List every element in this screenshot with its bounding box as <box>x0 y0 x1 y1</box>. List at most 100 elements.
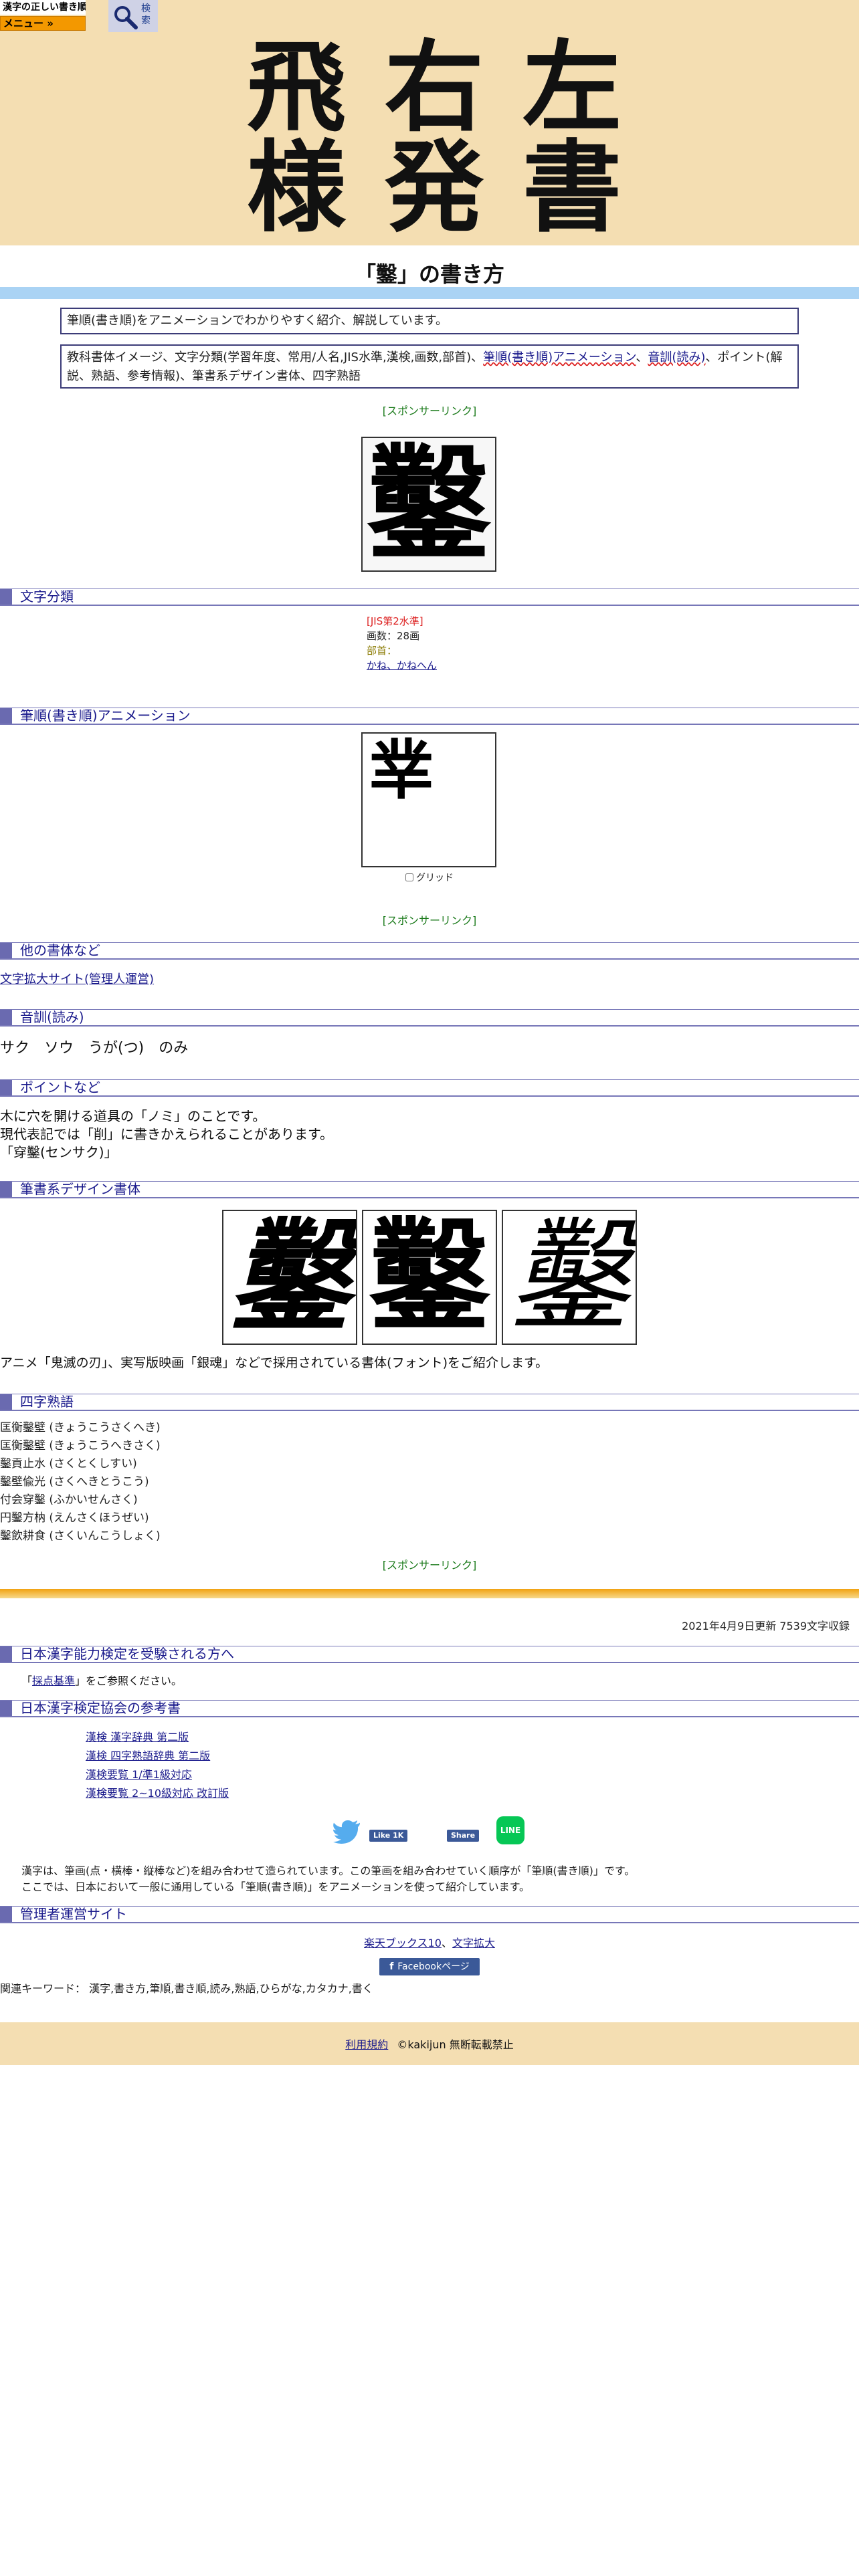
share-buttons: Like 1K Share LINE <box>0 1815 859 1847</box>
heading-label: 日本漢字能力検定を受験される方へ <box>20 1646 234 1662</box>
reference-book-link[interactable]: 漢検要覧 2~10級対応 改訂版 <box>86 1787 229 1800</box>
section-heading-references: 日本漢字検定協会の参考書 <box>0 1700 859 1717</box>
twitter-icon[interactable] <box>333 1820 361 1844</box>
site-header: 飛 右 左 様 発 書 <box>0 0 859 245</box>
design-font-sample-1[interactable]: 鑿 <box>222 1210 357 1345</box>
title-divider <box>0 287 859 299</box>
grading-criteria-link[interactable]: 採点基準 <box>32 1675 75 1687</box>
reference-book-link[interactable]: 漢検要覧 1/準1級対応 <box>86 1768 192 1781</box>
facebook-like-button[interactable]: Like 1K <box>369 1830 408 1842</box>
section-heading-animation: 筆順(書き順)アニメーション <box>0 708 859 725</box>
top-bar: 漢字の正しい書き順(筆順) メニュー » 検索 <box>0 0 859 33</box>
kanken-exam-note: 「採点基準」をご参照ください。 <box>21 1672 182 1690</box>
site-title-logo[interactable]: 飛 右 左 様 発 書 <box>227 37 642 237</box>
heading-marker <box>0 1701 12 1716</box>
section-heading-readings: 音訓(読み) <box>0 1009 859 1027</box>
point-line: 「穿鑿(センサク)」 <box>0 1144 118 1160</box>
terms-link[interactable]: 利用規約 <box>345 2038 388 2051</box>
idiom-item: 付会穿鑿 (ふかいせんさく) <box>0 1493 138 1507</box>
section-heading-kanken-exam: 日本漢字能力検定を受験される方へ <box>0 1646 859 1663</box>
design-caption: アニメ「鬼滅の刃」、実写版映画「銀魂」などで採用されている書体(フォント)をご紹… <box>0 1356 549 1370</box>
kanken-open: 「 <box>21 1675 33 1687</box>
animation-frame: 丵 <box>369 732 434 808</box>
search-label: 検索 <box>141 3 151 26</box>
reading-item: うが(つ) <box>88 1040 145 1057</box>
classification-info: [JIS第2水準] 画数：28画 部首： かね、かねへん <box>367 614 437 673</box>
stroke-animation-link[interactable]: 筆順(書き順)アニメーション <box>483 350 636 364</box>
design-font-sample-3[interactable]: 鑿 <box>502 1210 637 1345</box>
grid-checkbox[interactable] <box>405 873 413 881</box>
search-button[interactable]: 検索 <box>108 0 158 32</box>
reference-book-link[interactable]: 漢検 四字熟語辞典 第二版 <box>86 1749 210 1762</box>
title-char: 書 <box>522 129 622 245</box>
explain-line: ここでは、日本において一般に通用している「筆順(書き順)」をアニメーションを使っ… <box>21 1881 531 1893</box>
radical-label: 部首： <box>367 645 397 657</box>
heading-marker <box>0 1182 12 1197</box>
heading-label: 四字熟語 <box>20 1394 74 1410</box>
section-heading-other-fonts: 他の書体など <box>0 942 859 960</box>
heading-marker <box>0 1010 12 1025</box>
stroke-animation-canvas[interactable]: 丵 <box>361 732 496 867</box>
zoom-site-link[interactable]: 文字拡大サイト(管理人運営) <box>0 972 154 986</box>
menu-button[interactable]: メニュー » <box>0 16 86 31</box>
idiom-item: 円鑿方枘 (えんさくほうぜい) <box>0 1511 149 1525</box>
title-char: 様 <box>247 129 346 245</box>
heading-label: 文字分類 <box>20 588 74 605</box>
section-heading-idioms: 四字熟語 <box>0 1394 859 1411</box>
reading-item: のみ <box>159 1040 189 1057</box>
heading-label: 筆順(書き順)アニメーション <box>20 708 191 724</box>
reference-book-list: 漢検 漢字辞典 第二版 漢検 四字熟語辞典 第二版 漢検要覧 1/準1級対応 漢… <box>86 1728 229 1803</box>
reading-item: ソウ <box>44 1040 74 1057</box>
explain-line: 漢字は、筆画(点・横棒・縦棒など)を組み合わせて造られています。この筆画を組み合… <box>21 1864 636 1877</box>
point-line: 現代表記では「削」に書きかえられることがあります。 <box>0 1126 333 1142</box>
site-logo-text: 漢字の正しい書き順(筆順) <box>3 2 86 13</box>
admin-sep: 、 <box>441 1937 452 1949</box>
readings-link[interactable]: 音訓(読み) <box>648 350 705 364</box>
heading-label: 日本漢字検定協会の参考書 <box>20 1700 181 1716</box>
point-line: 木に穴を開ける道具の「ノミ」のことです。 <box>0 1108 266 1124</box>
line-label: LINE <box>500 1826 521 1835</box>
heading-label: ポイントなど <box>20 1079 100 1095</box>
design-glyph: 鑿 <box>229 1210 350 1345</box>
stroke-count: 画数：28画 <box>367 630 420 642</box>
zoom-site-link-2[interactable]: 文字拡大 <box>452 1937 495 1949</box>
heading-label: 管理者運営サイト <box>20 1906 127 1922</box>
line-share-button[interactable]: LINE <box>496 1816 524 1844</box>
admin-sites-links: 楽天ブックス10、文字拡大 <box>0 1934 859 1952</box>
radical-link[interactable]: かね、かねへん <box>367 659 437 671</box>
site-explanation: 漢字は、筆画(点・横棒・縦棒など)を組み合わせて造られています。この筆画を組み合… <box>21 1863 635 1895</box>
grid-toggle: グリッド <box>0 871 859 884</box>
update-info: 2021年4月9日更新 7539文字収録 <box>682 1620 850 1632</box>
kanken-close: 」をご参照ください。 <box>75 1675 183 1687</box>
intro-contents-box: 教科書体イメージ、文字分類(学習年度、常用/人名,JIS水準,漢検,画数,部首)… <box>60 344 799 389</box>
design-glyph: 鑿 <box>369 1210 490 1345</box>
reference-book-link[interactable]: 漢検 漢字辞典 第二版 <box>86 1731 189 1743</box>
facebook-share-button[interactable]: Share <box>447 1830 480 1842</box>
content-divider <box>0 1589 859 1598</box>
page-title: 「鑿」の書き方 <box>354 261 504 287</box>
readings-list: サク ソウ うが(つ) のみ <box>0 1039 203 1057</box>
design-font-sample-2[interactable]: 鑿 <box>362 1210 497 1345</box>
idiom-item: 鑿飲耕食 (さくいんこうしょく) <box>0 1529 161 1543</box>
facebook-page-button[interactable]: f Facebookページ <box>379 1958 480 1975</box>
heading-marker <box>0 708 12 724</box>
search-icon <box>114 6 138 29</box>
related-keywords: 関連キーワード： 漢字,書き方,筆順,書き順,読み,熟語,ひらがな,カタカナ,書… <box>0 1982 373 1995</box>
reading-item: サク <box>0 1040 30 1057</box>
copyright: ©kakijun 無断転載禁止 <box>397 2038 514 2051</box>
heading-marker <box>0 1646 12 1662</box>
site-logo[interactable]: 漢字の正しい書き順(筆順) <box>0 0 86 15</box>
title-char: 飛 <box>247 29 346 145</box>
kanji-glyph: 鑿 <box>367 437 490 572</box>
rakuten-books-link[interactable]: 楽天ブックス10 <box>364 1937 442 1949</box>
idiom-list: 匡衡鑿壁 (きょうこうさくへき) 匡衡鑿壁 (きょうこうへきさく) 鑿貢止水 (… <box>0 1419 161 1545</box>
like-label: Like 1K <box>373 1831 404 1840</box>
heading-marker <box>0 1394 12 1410</box>
section-heading-classification: 文字分類 <box>0 588 859 606</box>
intro-contents-text: 教科書体イメージ、文字分類(学習年度、常用/人名,JIS水準,漢検,画数,部首)… <box>67 350 484 364</box>
points-text: 木に穴を開ける道具の「ノミ」のことです。 現代表記では「削」に書きかえられること… <box>0 1107 333 1162</box>
sponsor-label: [スポンサーリンク] <box>382 1559 477 1572</box>
idiom-item: 鑿壁偸光 (さくへきとうこう) <box>0 1475 149 1489</box>
section-heading-design-fonts: 筆書系デザイン書体 <box>0 1181 859 1198</box>
title-char: 右 <box>385 29 484 145</box>
